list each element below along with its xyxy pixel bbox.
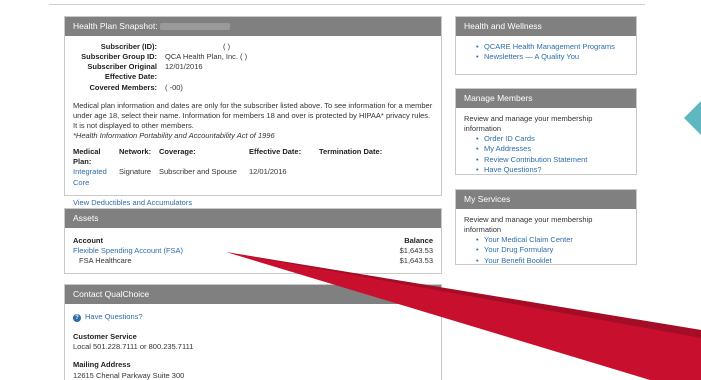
services-list: Your Medical Claim Center Your Drug Form… <box>464 235 628 266</box>
plan-table-row: Integrated Core Signature Subscriber and… <box>73 167 433 187</box>
deductibles-link[interactable]: View Deductibles and Accumulators <box>73 198 192 207</box>
manage-list: Order ID Cards My Addresses Review Contr… <box>464 134 628 175</box>
qcare-link[interactable]: QCARE Health Management Programs <box>484 42 615 51</box>
col-coverage: Coverage: <box>159 147 196 157</box>
plan-coverage: Subscriber and Spouse <box>159 167 237 177</box>
field-value: ( -00) <box>165 82 183 92</box>
plan-link[interactable]: Integrated Core <box>73 167 119 187</box>
plan-table-header: Medical Plan: Network: Coverage: Effecti… <box>73 147 433 167</box>
field-row: Subscriber Group ID: QCA Health Plan, Inc… <box>75 52 433 62</box>
field-label: Subscriber Original <box>87 62 157 72</box>
field-label: Subscriber (ID): <box>100 42 157 51</box>
field-row: Effective Date: <box>75 72 433 82</box>
services-title: My Services <box>456 190 636 209</box>
col-plan: Medical Plan: <box>73 147 101 167</box>
health-plan-title: Health Plan Snapshot: <box>73 21 158 31</box>
question-icon: ? <box>73 314 81 322</box>
field-label: Effective Date: <box>104 72 157 82</box>
plan-effective: 12/01/2016 <box>249 167 287 177</box>
services-intro: Review and manage your membership inform… <box>464 215 593 235</box>
benefit-booklet-link[interactable]: Your Benefit Booklet <box>484 256 552 265</box>
field-value: QCA Health Plan, Inc. ( ) <box>165 52 248 62</box>
health-plan-body: Subscriber (ID): ( ) Subscriber Group ID:… <box>65 36 441 214</box>
hipaa-note: *Health Information Portability and Acco… <box>73 131 275 140</box>
field-label: Covered Members: <box>89 82 157 92</box>
drug-formulary-link[interactable]: Your Drug Formulary <box>484 245 553 254</box>
assets-title: Assets <box>65 209 441 228</box>
health-plan-header: Health Plan Snapshot: <box>65 17 441 36</box>
fsa-healthcare-label: FSA Healthcare <box>79 256 132 266</box>
fsa-balance: $1,643.53 <box>399 246 433 256</box>
field-value: 12/01/2016 <box>165 62 203 72</box>
wellness-list: QCARE Health Management Programs Newslet… <box>464 42 628 62</box>
col-termination: Termination Date: <box>319 147 383 157</box>
col-network: Network: <box>119 147 152 157</box>
manage-body: Review and manage your membership inform… <box>456 108 636 181</box>
field-value: ( ) <box>223 42 231 51</box>
newsletters-link[interactable]: Newsletters — A Quality You <box>484 52 579 61</box>
side-tab-triangle[interactable] <box>684 90 701 146</box>
privacy-notice: Medical plan information and dates are o… <box>73 100 433 130</box>
claim-center-link[interactable]: Your Medical Claim Center <box>484 235 573 244</box>
services-panel: My Services Review and manage your membe… <box>455 189 637 266</box>
contact-title: Contact QualChoice <box>65 285 441 304</box>
table-row: Flexible Spending Account (FSA) $1,643.5… <box>73 246 433 256</box>
services-body: Review and manage your membership inform… <box>456 209 636 272</box>
order-id-cards-link[interactable]: Order ID Cards <box>484 134 535 143</box>
fsa-account-link[interactable]: Flexible Spending Account (FSA) <box>73 246 183 256</box>
plan-network: Signature <box>119 167 152 177</box>
fsa-healthcare-balance: $1,643.53 <box>399 256 433 266</box>
contribution-statement-link[interactable]: Review Contribution Statement <box>484 155 587 164</box>
redacted-name <box>159 23 230 31</box>
health-plan-panel: Health Plan Snapshot: Subscriber (ID): ( … <box>64 16 442 207</box>
col-effective: Effective Date: <box>249 147 302 157</box>
contact-body: ? Have Questions? Customer Service Local … <box>65 304 441 380</box>
manage-questions-link[interactable]: Have Questions? <box>484 165 542 174</box>
wellness-title: Health and Wellness <box>456 17 636 36</box>
col-account: Account <box>73 236 103 245</box>
wellness-panel: Health and Wellness QCARE Health Managem… <box>455 16 637 75</box>
contact-panel: Contact QualChoice ? Have Questions? Cust… <box>64 284 442 380</box>
mailing-address-heading: Mailing Address <box>73 360 131 370</box>
field-row: Subscriber (ID): ( ) <box>75 42 433 52</box>
customer-service-phone: Local 501.228.7111 or 800.235.7111 <box>73 342 194 352</box>
mailing-address: 12615 Chenal Parkway Suite 300 <box>73 370 185 380</box>
field-row: Subscriber Original 12/01/2016 <box>75 62 433 72</box>
manage-panel: Manage Members Review and manage your me… <box>455 88 637 175</box>
assets-panel: Assets Account Balance Flexible Spending… <box>64 208 442 274</box>
manage-title: Manage Members <box>456 89 636 108</box>
table-row: FSA Healthcare $1,643.53 <box>73 256 433 266</box>
top-divider <box>49 4 645 5</box>
col-balance: Balance <box>404 236 433 245</box>
have-questions-link[interactable]: Have Questions? <box>85 312 143 321</box>
customer-service-heading: Customer Service <box>73 332 137 342</box>
field-row: Covered Members: ( -00) <box>75 83 433 93</box>
manage-intro: Review and manage your membership inform… <box>464 114 593 134</box>
my-addresses-link[interactable]: My Addresses <box>484 144 531 153</box>
assets-header-row: Account Balance <box>73 236 433 246</box>
assets-body: Account Balance Flexible Spending Accoun… <box>65 228 441 272</box>
field-label: Subscriber Group ID: <box>81 52 157 62</box>
wellness-body: QCARE Health Management Programs Newslet… <box>456 36 636 68</box>
